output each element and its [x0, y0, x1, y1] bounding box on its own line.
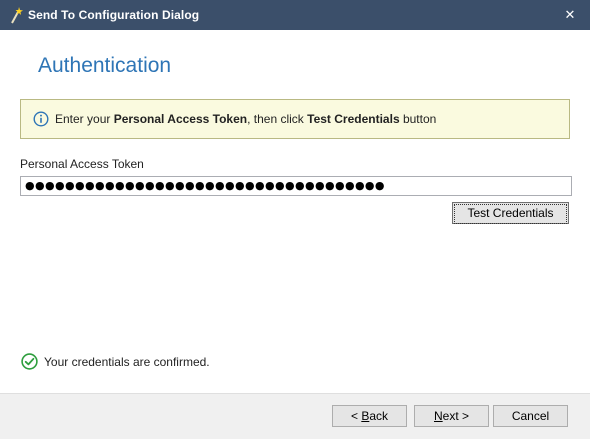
- status-message: Your credentials are confirmed.: [44, 355, 210, 369]
- info-text-after: button: [399, 112, 437, 126]
- next-button[interactable]: Next >: [414, 405, 489, 427]
- close-icon: ✕: [564, 7, 576, 22]
- token-input[interactable]: [20, 176, 572, 196]
- back-prefix: <: [350, 409, 362, 423]
- info-text-middle: , then click: [247, 112, 308, 126]
- back-rest: ack: [369, 409, 389, 423]
- cancel-button[interactable]: Cancel: [493, 405, 568, 427]
- info-icon: [33, 111, 49, 127]
- token-label: Personal Access Token: [20, 157, 144, 171]
- info-message: Enter your Personal Access Token, then c…: [55, 112, 436, 126]
- page-title: Authentication: [38, 54, 172, 77]
- check-circle-icon: [21, 353, 38, 370]
- next-suffix: >: [458, 409, 470, 423]
- window-title: Send To Configuration Dialog: [28, 8, 200, 22]
- footer-bar: < Back Next > Cancel: [0, 393, 590, 439]
- info-bold-test: Test Credentials: [307, 112, 400, 126]
- info-banner: Enter your Personal Access Token, then c…: [20, 99, 570, 139]
- test-credentials-label: Test Credentials: [454, 204, 567, 224]
- next-rest: ext: [442, 409, 459, 423]
- close-button[interactable]: ✕: [550, 0, 590, 30]
- back-button[interactable]: < Back: [332, 405, 407, 427]
- next-accel: N: [433, 409, 443, 423]
- wand-icon: [11, 7, 23, 24]
- info-bold-token: Personal Access Token: [113, 112, 248, 126]
- info-text-before: Enter your: [55, 112, 114, 126]
- test-credentials-button[interactable]: Test Credentials: [452, 202, 569, 224]
- title-bar: Send To Configuration Dialog ✕: [0, 0, 590, 30]
